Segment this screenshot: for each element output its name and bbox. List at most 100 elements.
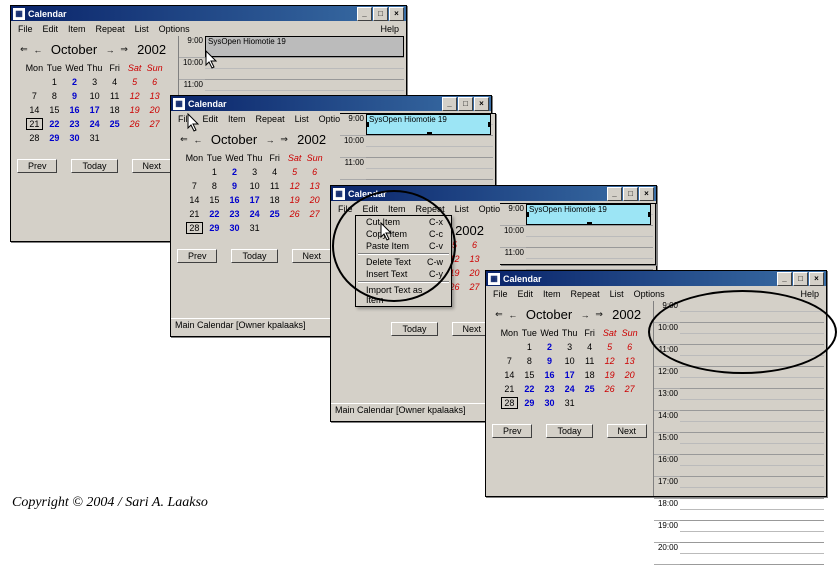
calendar-day[interactable]: 13 — [305, 179, 325, 193]
menu-list[interactable]: List — [290, 113, 314, 125]
today-button[interactable]: Today — [231, 249, 277, 263]
time-slot[interactable] — [680, 422, 824, 433]
today-button[interactable]: Today — [546, 424, 592, 438]
time-slot[interactable] — [680, 543, 824, 554]
menu-item[interactable]: Insert TextC-y — [356, 268, 451, 280]
titlebar[interactable]: ▦ Calendar _ □ × — [171, 96, 491, 111]
calendar-day[interactable]: 29 — [519, 396, 539, 410]
calendar-day[interactable]: 14 — [24, 103, 44, 117]
time-slot[interactable] — [680, 323, 824, 334]
calendar-day[interactable]: 5 — [600, 340, 620, 354]
calendar-day[interactable]: 10 — [85, 89, 105, 103]
time-slot[interactable] — [680, 554, 824, 565]
calendar-day[interactable]: 12 — [285, 179, 305, 193]
time-slot[interactable] — [205, 69, 404, 80]
menu-item[interactable]: Item — [538, 288, 566, 300]
calendar-day[interactable]: 30 — [64, 131, 84, 145]
menu-file[interactable]: File — [488, 288, 513, 300]
time-slot[interactable] — [680, 411, 824, 422]
minimize-button[interactable]: _ — [442, 97, 457, 111]
calendar-day[interactable] — [305, 221, 325, 235]
calendar-day[interactable] — [620, 396, 640, 410]
calendar-day[interactable] — [105, 131, 125, 145]
calendar-grid[interactable]: MonTueWedThuFriSatSun1234567891011121314… — [184, 151, 324, 235]
calendar-day[interactable]: 23 — [64, 117, 84, 131]
calendar-day[interactable]: 27 — [145, 117, 165, 131]
calendar-day[interactable]: 10 — [245, 179, 265, 193]
calendar-day[interactable]: 28 — [184, 221, 204, 235]
calendar-day[interactable]: 1 — [204, 165, 224, 179]
calendar-day[interactable]: 28 — [499, 396, 519, 410]
next-month-small-icon[interactable]: → — [105, 45, 115, 55]
calendar-day[interactable]: 9 — [224, 179, 244, 193]
calendar-day[interactable]: 26 — [125, 117, 145, 131]
calendar-day[interactable]: 6 — [465, 238, 485, 252]
time-slot[interactable] — [680, 378, 824, 389]
menu-repeat[interactable]: Repeat — [411, 203, 450, 215]
next-month-small-icon[interactable]: → — [265, 135, 275, 145]
maximize-button[interactable]: □ — [623, 187, 638, 201]
prev-month-icon[interactable]: ⇐ — [19, 44, 29, 55]
calendar-day[interactable]: 27 — [465, 280, 485, 294]
next-button[interactable]: Next — [292, 249, 333, 263]
time-slot[interactable] — [680, 444, 824, 455]
calendar-day[interactable]: 25 — [265, 207, 285, 221]
menu-list[interactable]: List — [605, 288, 629, 300]
calendar-day[interactable]: 2 — [64, 75, 84, 89]
menu-edit[interactable]: Edit — [358, 203, 384, 215]
calendar-day[interactable]: 11 — [580, 354, 600, 368]
calendar-day[interactable]: 8 — [204, 179, 224, 193]
calendar-day[interactable]: 15 — [44, 103, 64, 117]
calendar-day[interactable]: 20 — [145, 103, 165, 117]
calendar-day[interactable]: 12 — [125, 89, 145, 103]
calendar-day[interactable]: 20 — [465, 266, 485, 280]
calendar-day[interactable]: 25 — [105, 117, 125, 131]
calendar-day[interactable]: 13 — [620, 354, 640, 368]
titlebar[interactable]: ▦ Calendar _ □ × — [331, 186, 656, 201]
calendar-day[interactable]: 29 — [204, 221, 224, 235]
calendar-day[interactable] — [125, 131, 145, 145]
menu-item[interactable]: Item — [63, 23, 91, 35]
menu-list[interactable]: List — [130, 23, 154, 35]
calendar-day[interactable] — [145, 131, 165, 145]
calendar-day[interactable]: 22 — [204, 207, 224, 221]
calendar-day[interactable]: 27 — [305, 207, 325, 221]
time-slot[interactable] — [366, 136, 493, 147]
calendar-day[interactable]: 23 — [539, 382, 559, 396]
time-slot[interactable] — [680, 455, 824, 466]
prev-month-icon[interactable]: ⇐ — [494, 309, 504, 320]
calendar-day[interactable]: 22 — [519, 382, 539, 396]
prev-button[interactable]: Prev — [492, 424, 533, 438]
time-slot[interactable] — [205, 58, 404, 69]
time-slot[interactable] — [205, 80, 404, 91]
maximize-button[interactable]: □ — [793, 272, 808, 286]
calendar-day[interactable]: 18 — [580, 368, 600, 382]
calendar-day[interactable]: 14 — [184, 193, 204, 207]
time-slot[interactable] — [366, 158, 493, 169]
calendar-day[interactable]: 5 — [125, 75, 145, 89]
calendar-day[interactable]: 5 — [285, 165, 305, 179]
calendar-day[interactable]: 27 — [620, 382, 640, 396]
close-button[interactable]: × — [639, 187, 654, 201]
menu-options[interactable]: Options — [629, 288, 670, 300]
appointment-selected[interactable]: SysOpen Hiomotie 19 — [366, 114, 491, 135]
menu-list[interactable]: List — [450, 203, 474, 215]
calendar-day[interactable]: 13 — [145, 89, 165, 103]
menu-item[interactable]: Cut ItemC-x — [356, 216, 451, 228]
calendar-day[interactable]: 16 — [224, 193, 244, 207]
calendar-day[interactable] — [265, 221, 285, 235]
calendar-day[interactable]: 26 — [285, 207, 305, 221]
prev-month-small-icon[interactable]: ← — [193, 135, 203, 145]
calendar-day[interactable]: 13 — [465, 252, 485, 266]
calendar-day[interactable]: 15 — [519, 368, 539, 382]
menu-repeat[interactable]: Repeat — [251, 113, 290, 125]
menu-edit[interactable]: Edit — [513, 288, 539, 300]
calendar-day[interactable]: 6 — [305, 165, 325, 179]
edit-menu-dropdown[interactable]: Cut ItemC-xCopy ItemC-cPaste ItemC-vDele… — [355, 215, 452, 307]
next-month-small-icon[interactable]: → — [580, 310, 590, 320]
menu-file[interactable]: File — [333, 203, 358, 215]
calendar-day[interactable]: 9 — [539, 354, 559, 368]
menu-item[interactable]: Import Text as Item — [356, 284, 451, 306]
calendar-day[interactable]: 18 — [265, 193, 285, 207]
calendar-day[interactable] — [24, 75, 44, 89]
